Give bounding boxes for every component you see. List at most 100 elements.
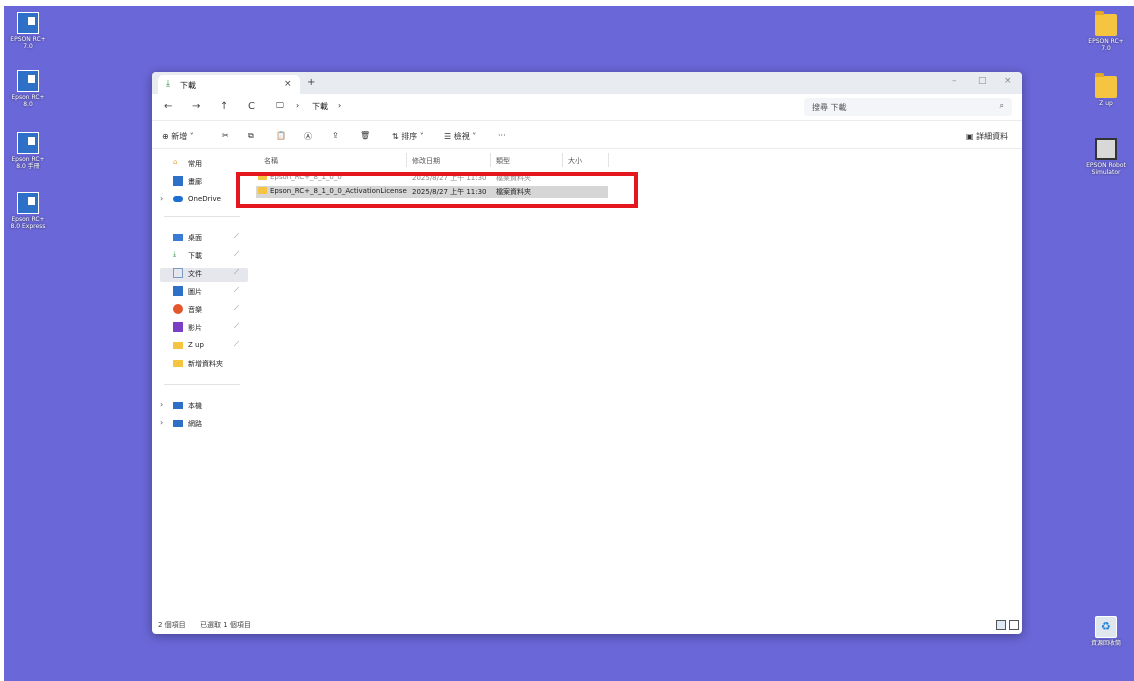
sidebar-item-network[interactable]: › 網路 [160, 418, 248, 432]
column-header-type[interactable]: 類型 [496, 156, 510, 166]
breadcrumb-separator: › [338, 101, 342, 110]
copy-button[interactable]: ⧉ [248, 131, 254, 141]
desktop-icon [173, 234, 183, 241]
sidebar-item-home[interactable]: ⌂ 常用 [160, 158, 248, 172]
column-separator[interactable] [490, 153, 491, 167]
column-separator[interactable] [562, 153, 563, 167]
pin-icon: ⟋ [234, 232, 239, 240]
refresh-button[interactable]: C [248, 101, 255, 112]
search-icon: ⌕ [999, 101, 1004, 110]
view-label: 檢視 [453, 132, 470, 141]
tiles-view-button[interactable] [1009, 620, 1019, 630]
folder-icon [173, 342, 183, 349]
desktop-icon-label: EPSON RC+ 7.0 [1088, 38, 1124, 52]
new-button[interactable]: ⊕ 新增 ˅ [162, 131, 194, 142]
pin-icon: ⟋ [234, 340, 239, 348]
details-view-button[interactable] [996, 620, 1006, 630]
home-icon: ⌂ [173, 158, 178, 166]
desktop-icon-label: Epson RC+ 8.0 [11, 94, 45, 108]
sidebar-item-label: 常用 [188, 160, 202, 168]
desktop-icon-label: Epson RC+ 8.0 手冊 [11, 156, 45, 170]
expand-chevron-icon[interactable]: › [160, 418, 163, 427]
desktop-icon-label: EPSON RC+ 7.0 [10, 36, 46, 50]
sidebar-item-pictures[interactable]: 圖片 ⟋ [160, 286, 248, 300]
maximize-button[interactable]: □ [978, 76, 987, 86]
navigation-pane: ⌂ 常用 畫廊 › OneDrive 桌面 ⟋ ⤓ 下載 ⟋ 文件 ⟋ 圖片 ⟋… [152, 150, 248, 610]
up-button[interactable]: ↑ [220, 101, 228, 112]
epson-rc-app-icon [17, 12, 39, 34]
desktop-icon-label: 資源回收筒 [1090, 640, 1121, 647]
sidebar-item-music[interactable]: 音樂 ⟋ [160, 304, 248, 318]
desktop-icon-robot-simulator[interactable]: EPSON Robot Simulator [1086, 138, 1126, 176]
sidebar-item-videos[interactable]: 影片 ⟋ [160, 322, 248, 336]
sidebar-item-label: 音樂 [188, 306, 202, 314]
sidebar-item-downloads[interactable]: ⤓ 下載 ⟋ [160, 250, 248, 264]
desktop-icon-epson-folder[interactable]: EPSON RC+ 7.0 [1086, 11, 1126, 52]
expand-chevron-icon[interactable]: › [160, 194, 163, 203]
pin-icon: ⟋ [234, 250, 239, 258]
sidebar-item-label: 新增資料夾 [188, 360, 223, 368]
desktop-icon-z-up[interactable]: Z up [1086, 73, 1126, 107]
sidebar-item-desktop[interactable]: 桌面 ⟋ [160, 232, 248, 246]
back-button[interactable]: ← [164, 101, 172, 112]
column-header-date[interactable]: 修改日期 [412, 156, 440, 166]
gallery-icon [173, 176, 183, 186]
rename-button[interactable]: Ⓐ [304, 131, 312, 142]
delete-button[interactable]: 🗑 [360, 131, 370, 140]
desktop-icon-epson-rc-7[interactable]: EPSON RC+ 7.0 [8, 12, 48, 50]
close-window-button[interactable]: × [1004, 76, 1012, 86]
sidebar-item-label: 桌面 [188, 234, 202, 242]
desktop-icon-recycle-bin[interactable]: 資源回收筒 [1086, 616, 1126, 647]
new-tab-button[interactable]: + [307, 77, 315, 88]
sidebar-divider [164, 384, 240, 385]
paste-button[interactable]: 📋 [276, 131, 286, 140]
breadcrumb-separator: › [296, 101, 300, 110]
minimize-button[interactable]: – [952, 76, 957, 86]
sidebar-item-documents[interactable]: 文件 ⟋ [160, 268, 248, 282]
column-separator[interactable] [406, 153, 407, 167]
music-icon [173, 304, 183, 314]
tab-downloads[interactable]: ⤓ 下載 × [158, 75, 300, 94]
sidebar-item-new-folder[interactable]: 新增資料夾 [160, 358, 248, 372]
tab-close-button[interactable]: × [284, 79, 292, 89]
sidebar-item-label: 網路 [188, 420, 202, 428]
folder-icon [1095, 11, 1117, 36]
desktop-icon-label: EPSON Robot Simulator [1086, 162, 1126, 176]
sidebar-item-label: OneDrive [188, 195, 221, 203]
epson-express-icon [17, 192, 39, 214]
search-input[interactable]: 搜尋 下載 ⌕ [804, 98, 1012, 116]
cut-button[interactable]: ✂ [222, 131, 229, 140]
path-field[interactable]: 🖵 › 下載 › [270, 98, 800, 116]
selected-count: 已選取 1 個項目 [200, 621, 251, 629]
breadcrumb-downloads[interactable]: 下載 [312, 101, 328, 112]
sidebar-item-onedrive[interactable]: › OneDrive [160, 194, 248, 208]
folder-icon [1095, 73, 1117, 98]
column-header-name[interactable]: 名稱 [264, 156, 278, 166]
more-options-button[interactable]: ··· [498, 131, 506, 140]
sort-button[interactable]: ⇅ 排序 ˅ [392, 131, 424, 142]
details-label: 詳細資料 [976, 132, 1009, 141]
column-separator[interactable] [608, 153, 609, 167]
desktop-icon-epson-rc-8[interactable]: Epson RC+ 8.0 [8, 70, 48, 108]
sidebar-item-gallery[interactable]: 畫廊 [160, 176, 248, 190]
desktop-icon-epson-express[interactable]: Epson RC+ 8.0 Express [8, 192, 48, 230]
sidebar-item-z-up[interactable]: Z up ⟋ [160, 340, 248, 354]
view-button[interactable]: ☰ 檢視 ˅ [444, 131, 476, 142]
column-header-size[interactable]: 大小 [568, 156, 582, 166]
monitor-icon: 🖵 [276, 101, 284, 110]
share-button[interactable]: ⇪ [332, 131, 339, 140]
forward-button[interactable]: → [192, 101, 200, 112]
sidebar-item-label: 圖片 [188, 288, 202, 296]
desktop-icon-epson-manual[interactable]: Epson RC+ 8.0 手冊 [8, 132, 48, 170]
status-bar: 2 個項目 已選取 1 個項目 [152, 618, 1022, 634]
address-bar: ← → ↑ C 🖵 › 下載 › 搜尋 下載 ⌕ [152, 94, 1022, 121]
pin-icon: ⟋ [234, 304, 239, 312]
network-icon [173, 420, 183, 427]
sort-label: 排序 [401, 132, 418, 141]
details-pane-button[interactable]: ▣ 詳細資料 [966, 131, 1008, 142]
sidebar-item-this-pc[interactable]: › 本機 [160, 400, 248, 414]
expand-chevron-icon[interactable]: › [160, 400, 163, 409]
file-explorer-window: ⤓ 下載 × + – □ × ← → ↑ C 🖵 › 下載 › 搜尋 下載 ⌕ [152, 72, 1022, 634]
folder-icon [173, 360, 183, 367]
film-icon [1095, 138, 1117, 160]
